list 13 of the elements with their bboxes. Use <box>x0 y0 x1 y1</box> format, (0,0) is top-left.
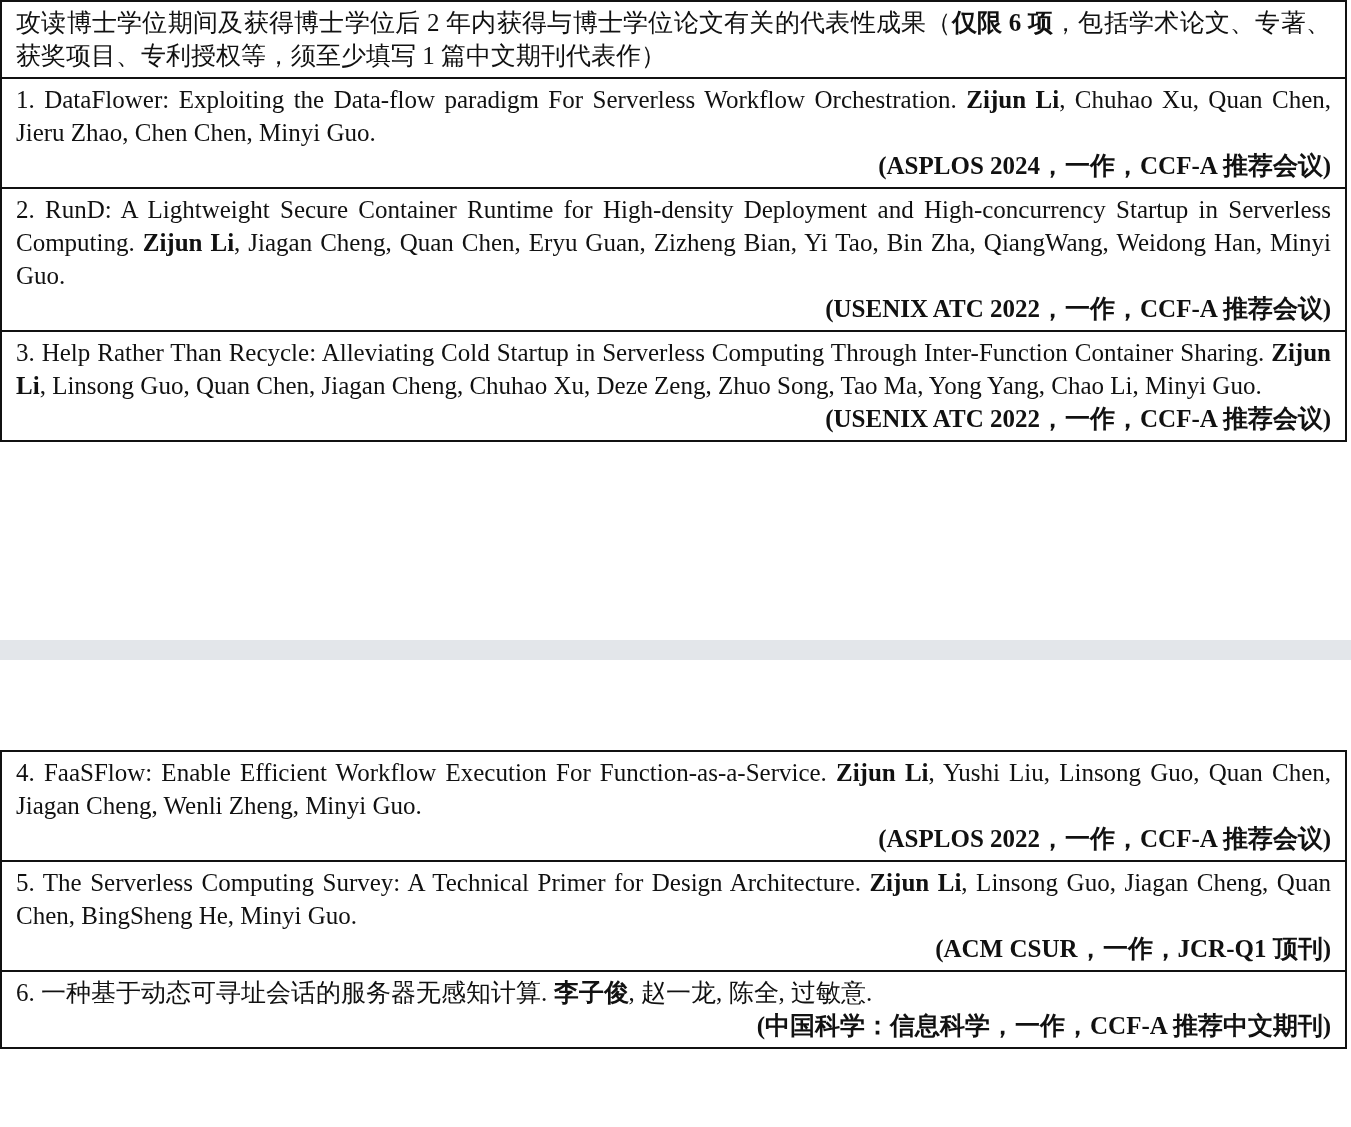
publication-entry: 2. RunD: A Lightweight Secure Container Runtime for High-density Deployment and High-concurrency Startup in Serverless Computing. Zijun Li, Jiagan Cheng, Quan Chen, Eryu Guan, Zizheng Bian, Yi Tao, Bin Zha, QiangWang, Weidong Han, Minyi Guo. <box>16 195 1331 291</box>
publication-entry: 3. Help Rather Than Recycle: Alleviating Cold Startup in Serverless Computing Through Inter-Function Container Sharing. Zijun Li, Linsong Guo, Quan Chen, Jiagan Cheng, Chuhao Xu, Deze Zeng, Zhuo Song, Tao Ma, Yong Yang, Chao Li, Minyi Guo. <box>16 338 1331 401</box>
publication-venue: (ASPLOS 2024，一作，CCF-A 推荐会议) <box>877 151 1331 182</box>
publication-venue: (ASPLOS 2022，一作，CCF-A 推荐会议) <box>877 824 1331 855</box>
publication-venue: (USENIX ATC 2022，一作，CCF-A 推荐会议) <box>824 294 1331 325</box>
table-header-text: 攻读博士学位期间及获得博士学位后 2 年内获得与博士学位论文有关的代表性成果（仅限 6 项，包括学术论文、专著、获奖项目、专利授权等，须至少填写 1 篇中文期刊代表作） <box>16 9 1332 69</box>
publication-venue: (ACM CSUR，一作，JCR-Q1 顶刊) <box>934 934 1331 965</box>
publication-entry: 1. DataFlower: Exploiting the Data-flow paradigm For Serverless Workflow Orchestration. Zijun Li, Chuhao Xu, Quan Chen, Jieru Zhao, Chen Chen, Minyi Guo. <box>16 85 1331 148</box>
publication-entry: 5. The Serverless Computing Survey: A Technical Primer for Design Architecture. Zijun Li, Linsong Guo, Jiagan Cheng, Quan Chen, BingSheng He, Minyi Guo. <box>16 868 1331 931</box>
publication-venue: (USENIX ATC 2022，一作，CCF-A 推荐会议) <box>824 404 1331 435</box>
publication-venue: (中国科学：信息科学，一作，CCF-A 推荐中文期刊) <box>755 1011 1331 1041</box>
publication-entry: 4. FaaSFlow: Enable Efficient Workflow Execution For Function-as-a-Service. Zijun Li, Yushi Liu, Linsong Guo, Quan Chen, Jiagan Cheng, Wenli Zheng, Minyi Guo. <box>16 758 1331 821</box>
publication-entry: 6. 一种基于动态可寻址会话的服务器无感知计算. 李子俊, 赵一龙, 陈全, 过敏意. <box>16 978 874 1008</box>
